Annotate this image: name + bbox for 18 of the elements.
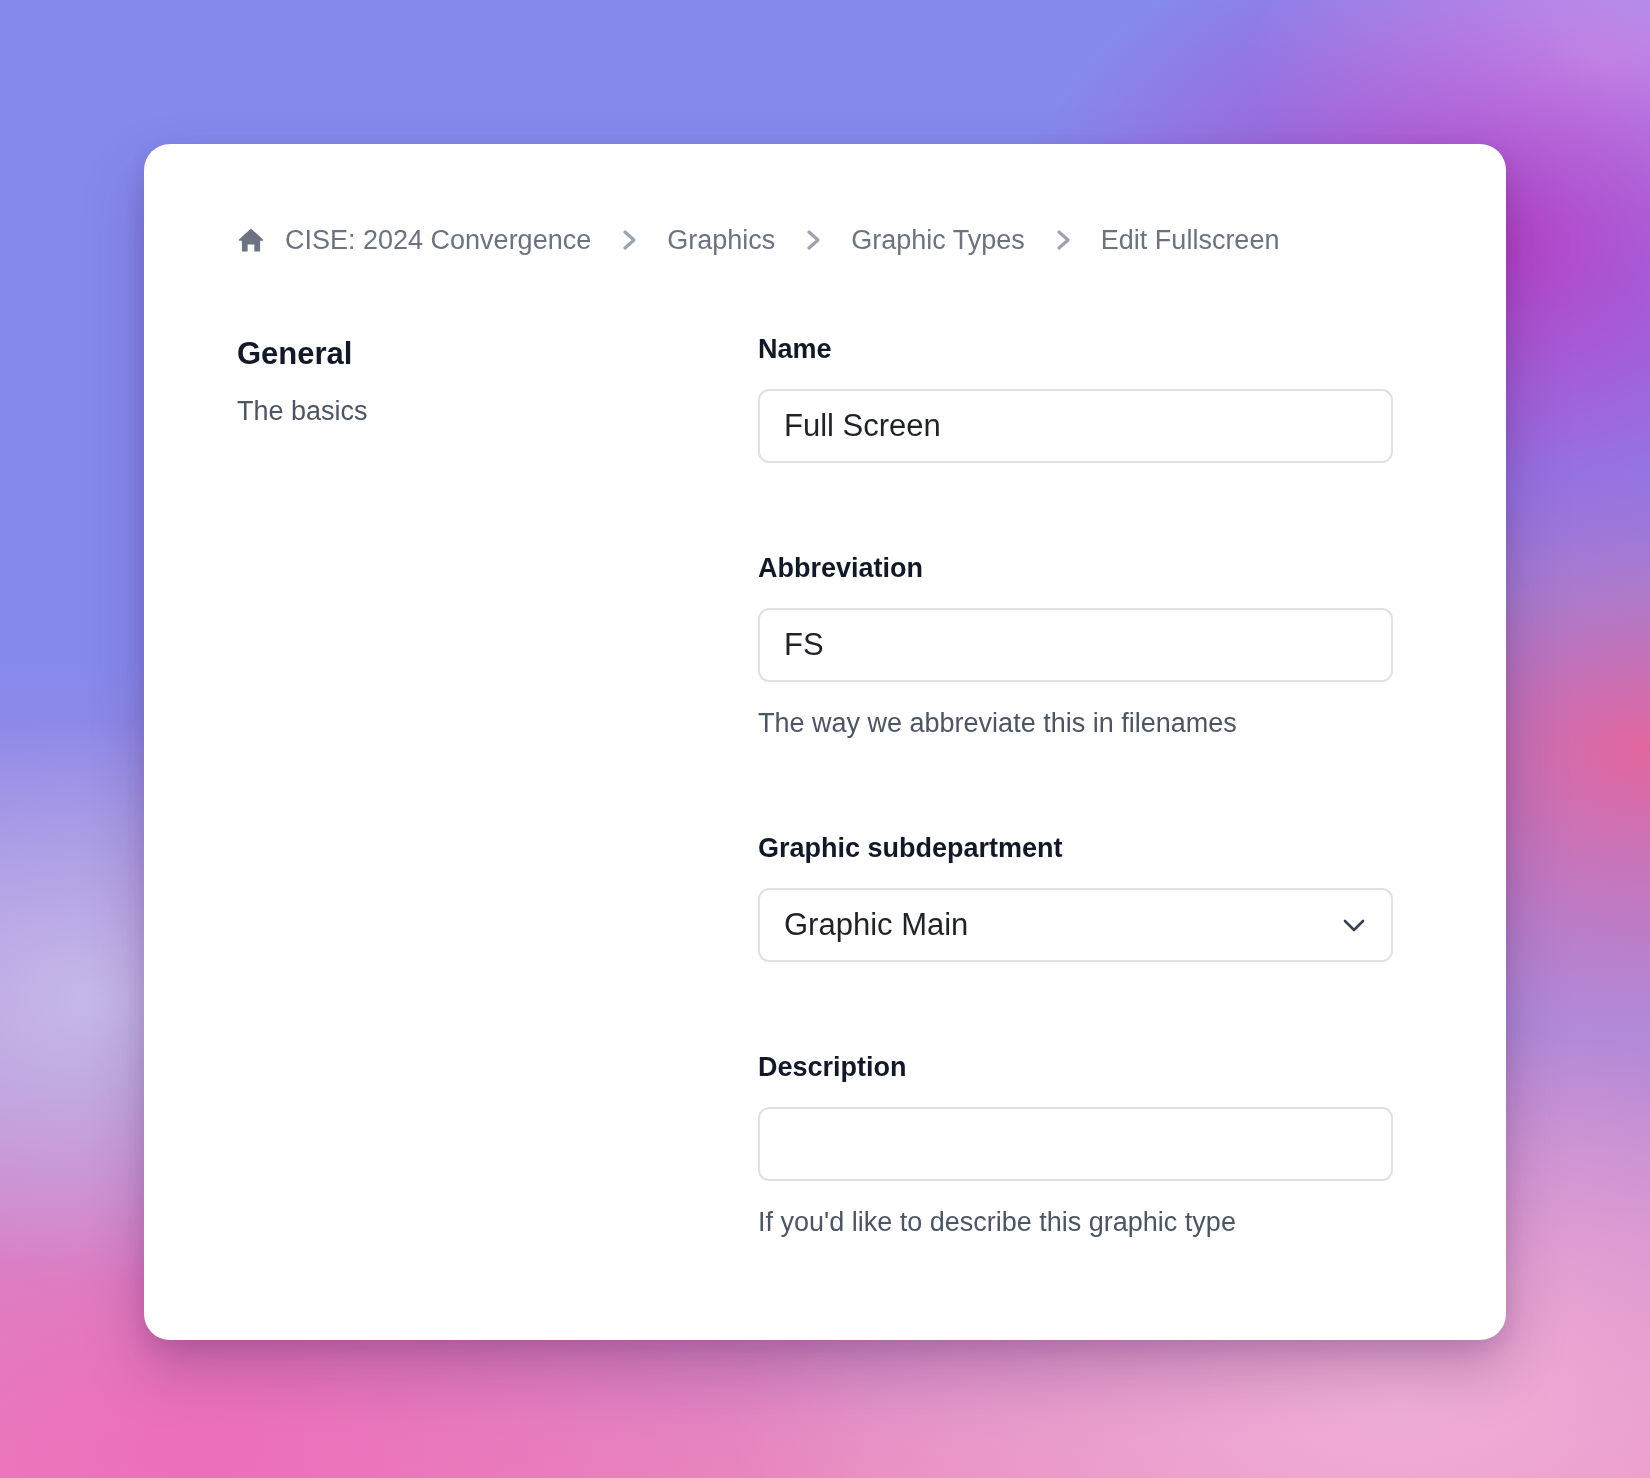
section-title: General — [237, 335, 353, 373]
text-input[interactable] — [758, 1107, 1393, 1181]
field-label: Description — [758, 1051, 907, 1084]
home-icon[interactable] — [238, 227, 264, 253]
section-subtitle: The basics — [237, 395, 368, 428]
select-dropdown[interactable]: Graphic Main — [758, 888, 1393, 962]
field-label: Name — [758, 333, 832, 366]
field-label: Abbreviation — [758, 552, 924, 585]
breadcrumb-link[interactable]: Graphics — [667, 222, 776, 258]
text-input[interactable]: FS — [758, 608, 1393, 682]
breadcrumb-link[interactable]: CISE: 2024 Convergence — [285, 222, 592, 258]
chevron-down-icon — [1343, 918, 1365, 932]
field-label: Graphic subdepartment — [758, 832, 1063, 865]
help-text: The way we abbreviate this in filenames — [758, 707, 1237, 740]
breadcrumb-link[interactable]: Graphic Types — [851, 222, 1025, 258]
breadcrumb-link[interactable]: Edit Fullscreen — [1100, 222, 1280, 258]
help-text: If you'd like to describe this graphic type — [758, 1206, 1236, 1239]
text-input[interactable]: Full Screen — [758, 389, 1393, 463]
